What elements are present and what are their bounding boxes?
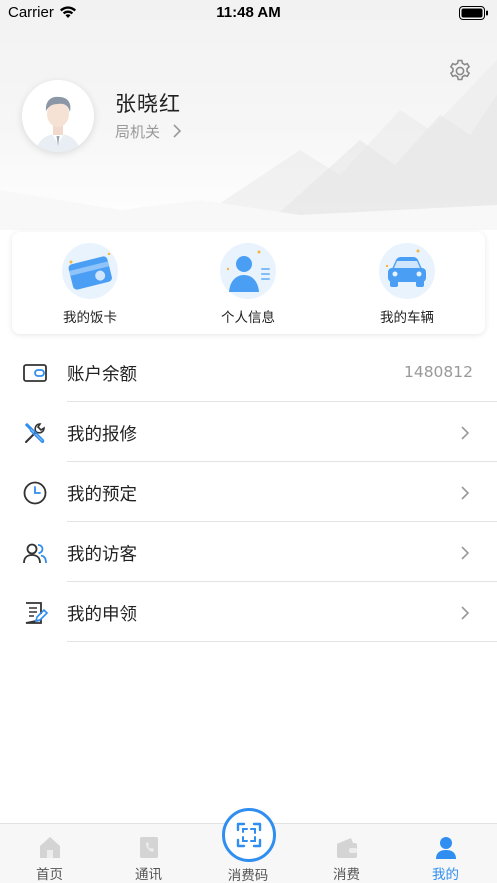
clock-icon	[22, 480, 48, 506]
menu-row-visitors[interactable]: 我的访客	[0, 522, 497, 582]
tab-label-pay-code[interactable]: 消费码	[198, 864, 298, 883]
settings-gear-icon[interactable]	[447, 58, 473, 84]
tab-contacts[interactable]: 通讯	[99, 824, 198, 883]
quick-action-label: 个人信息	[221, 310, 275, 326]
user-name: 张晓红	[115, 92, 181, 116]
chevron-right-icon	[460, 485, 470, 505]
pay-code-button[interactable]	[222, 808, 276, 862]
document-icon	[22, 600, 49, 626]
tab-label: 我的	[432, 867, 459, 883]
people-icon	[22, 540, 48, 566]
department-link[interactable]: 局机关	[115, 121, 160, 142]
menu-label: 我的申领	[67, 605, 137, 625]
chevron-right-icon[interactable]	[172, 123, 182, 143]
battery-icon	[459, 6, 489, 24]
quick-action-my-car[interactable]: 我的车辆	[347, 242, 467, 330]
car-icon	[378, 242, 436, 300]
tab-label: 消费	[333, 867, 360, 883]
quick-action-personal-info[interactable]: 个人信息	[188, 242, 308, 330]
balance-value: 1480812	[403, 363, 473, 381]
chevron-right-icon	[460, 425, 470, 445]
clock-time: 11:48 AM	[216, 4, 281, 21]
menu-label: 我的预定	[67, 485, 137, 505]
user-tab-icon	[433, 834, 459, 860]
wallet-tab-icon	[334, 834, 360, 860]
contacts-icon	[136, 834, 162, 860]
status-bar: Carrier 11:48 AM	[0, 0, 497, 26]
wallet-icon	[22, 360, 48, 386]
personal-info-icon	[219, 242, 277, 300]
menu-row-requisition[interactable]: 我的申领	[0, 582, 497, 642]
chevron-right-icon	[460, 545, 470, 565]
menu-row-repair[interactable]: 我的报修	[0, 402, 497, 462]
menu-row-booking[interactable]: 我的预定	[0, 462, 497, 522]
tab-mine[interactable]: 我的	[396, 824, 495, 883]
tab-home[interactable]: 首页	[0, 824, 99, 883]
quick-action-label: 我的饭卡	[63, 310, 117, 326]
menu-label: 账户余额	[67, 365, 137, 385]
quick-action-label: 我的车辆	[380, 310, 434, 326]
quick-action-meal-card[interactable]: 我的饭卡	[30, 242, 150, 330]
quick-actions-card: 我的饭卡 个人信息 我的车辆	[12, 232, 485, 334]
chevron-right-icon	[460, 605, 470, 625]
menu-label: 我的访客	[67, 545, 137, 565]
scan-qr-icon	[236, 822, 262, 848]
tools-icon	[22, 420, 48, 446]
home-icon	[37, 834, 63, 860]
tab-label: 通讯	[135, 867, 162, 883]
menu-label: 我的报修	[67, 425, 137, 445]
meal-card-icon	[61, 242, 119, 300]
menu-row-balance[interactable]: 账户余额 1480812	[0, 342, 497, 402]
tab-label: 首页	[36, 867, 63, 883]
divider	[67, 641, 497, 642]
tab-consumption[interactable]: 消费	[297, 824, 396, 883]
user-avatar[interactable]	[22, 80, 94, 152]
